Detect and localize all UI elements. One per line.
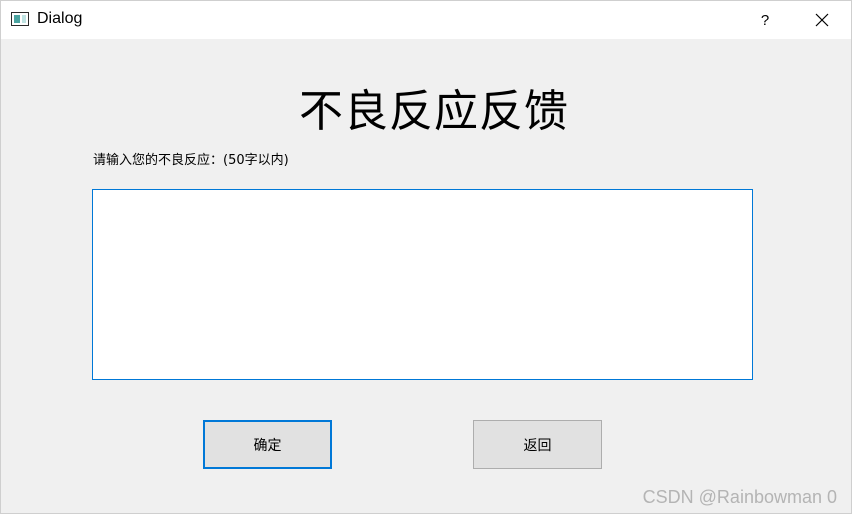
- page-title: 不良反应反馈: [299, 86, 569, 137]
- feedback-prompt-label: 请输入您的不良反应：(50字以内): [93, 153, 289, 168]
- feedback-text-input[interactable]: [92, 189, 753, 380]
- back-button-label: 返回: [523, 437, 552, 454]
- dialog-window: Dialog ? 不良反应反馈 请输入您的不良反应：(50字以内) 确定 返回 …: [0, 0, 852, 514]
- close-button[interactable]: [799, 5, 845, 35]
- confirm-button[interactable]: 确定: [203, 420, 332, 469]
- window-title: Dialog: [37, 10, 83, 27]
- watermark-text: CSDN @Rainbowman 0: [642, 487, 837, 507]
- confirm-button-label: 确定: [253, 437, 282, 454]
- title-bar[interactable]: Dialog ?: [1, 1, 851, 39]
- back-button[interactable]: 返回: [473, 420, 602, 469]
- close-icon: [815, 13, 829, 27]
- help-icon: ?: [760, 11, 770, 29]
- window-app-icon: [11, 12, 29, 26]
- help-button[interactable]: ?: [743, 5, 787, 35]
